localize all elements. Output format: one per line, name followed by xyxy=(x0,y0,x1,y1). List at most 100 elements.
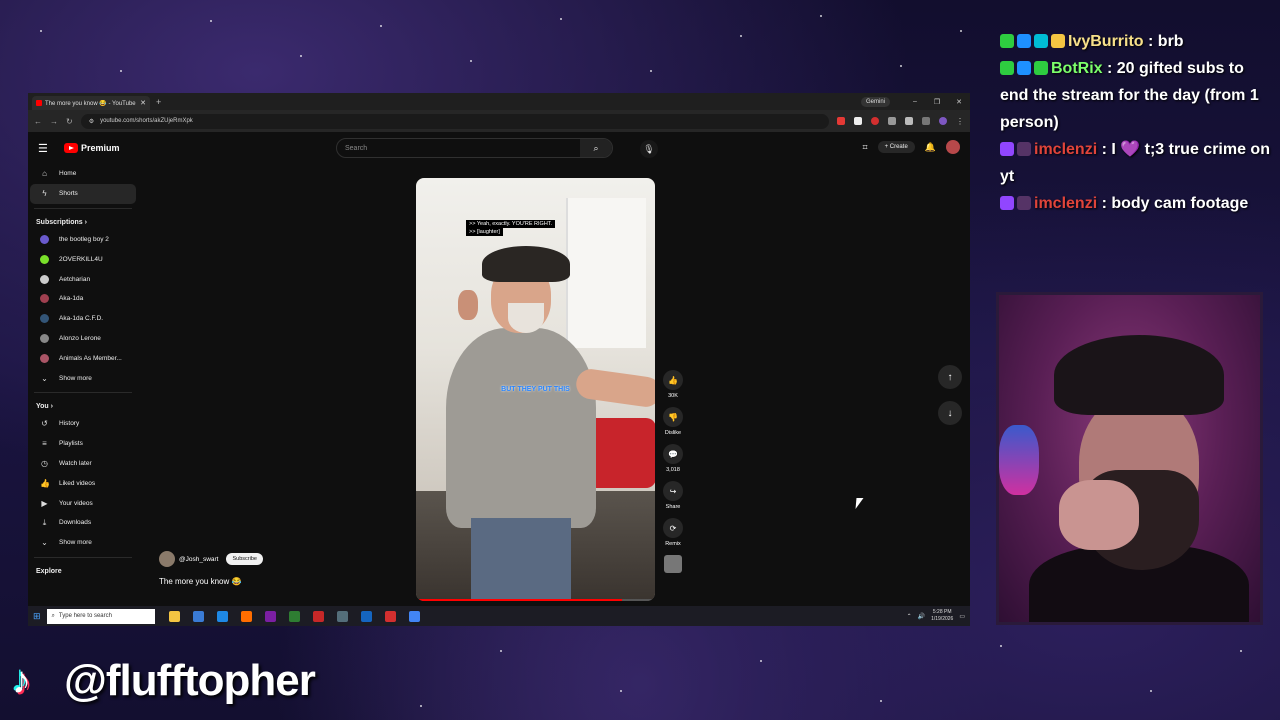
sidebar-item-subscription[interactable]: Aetcharian xyxy=(30,269,136,289)
account-avatar[interactable] xyxy=(946,140,960,154)
sidebar-item-subscription[interactable]: 2OVERKILL4U xyxy=(30,249,136,269)
closed-caption-line: >> [laughter] xyxy=(466,228,503,236)
windows-start-icon[interactable]: ⊞ xyxy=(33,611,41,622)
maximize-button[interactable]: ❐ xyxy=(926,98,948,106)
kebab-menu-icon[interactable]: ⋮ xyxy=(956,117,964,126)
action-label: Remix xyxy=(665,541,681,547)
chat-badge-icon xyxy=(1000,34,1014,48)
video-progress-bar[interactable] xyxy=(416,599,655,601)
downloads-icon: ⤓ xyxy=(42,517,47,527)
pinned-app-icon[interactable] xyxy=(192,610,204,622)
sound-thumbnail[interactable] xyxy=(664,555,682,573)
short-video-player[interactable]: >> Yeah, exactly. YOU'RE RIGHT. >> [laug… xyxy=(416,178,655,601)
liked-videos-icon: 👍 xyxy=(40,478,50,488)
sidebar-item-downloads[interactable]: ⤓ Downloads xyxy=(30,513,136,533)
reload-icon[interactable]: ↻ xyxy=(66,117,73,126)
gemini-button[interactable]: Gemini xyxy=(860,96,890,107)
man-jeans xyxy=(471,518,571,601)
pinned-app-icon[interactable] xyxy=(288,610,300,622)
divider xyxy=(34,207,132,209)
create-button[interactable]: + Create xyxy=(877,141,915,153)
microphone-icon[interactable]: 🎙 xyxy=(640,140,658,158)
subscribe-button[interactable]: Subscribe xyxy=(226,553,263,565)
sidebar-item-subscription[interactable]: the bootleg boy 2 xyxy=(30,230,136,250)
pinned-app-icon[interactable] xyxy=(168,610,180,622)
sidebar-item-subscription[interactable]: Aka-1da xyxy=(30,289,136,309)
search-bar[interactable]: Search ⌕ xyxy=(336,138,613,158)
extension-icon[interactable] xyxy=(871,117,879,125)
back-icon[interactable]: ← xyxy=(34,117,42,126)
next-short-arrow-down-icon[interactable]: ↓ xyxy=(938,401,962,425)
subscriptions-heading[interactable]: Subscriptions › xyxy=(28,213,138,230)
site-info-icon[interactable]: ⚙ xyxy=(89,118,94,125)
minimize-button[interactable]: – xyxy=(904,98,926,105)
sidebar-item-subscription[interactable]: Alonzo Lerone xyxy=(30,329,136,349)
sidebar-item-playlists[interactable]: ≡ Playlists xyxy=(30,434,136,454)
sidebar-item-history[interactable]: ↺ History xyxy=(30,414,136,434)
explore-heading[interactable]: Explore xyxy=(28,562,138,579)
extension-icon[interactable] xyxy=(854,117,862,125)
url-field[interactable]: ⚙ youtube.com/shorts/akZUjeRmXpk xyxy=(80,113,829,129)
extension-icon[interactable] xyxy=(888,117,896,125)
search-icon[interactable]: ⌕ xyxy=(580,139,612,157)
channel-info: @Josh_swart Subscribe xyxy=(159,551,263,567)
profile-icon[interactable] xyxy=(939,117,947,125)
extension-icon[interactable] xyxy=(905,117,913,125)
sidebar-item-liked-videos[interactable]: 👍 Liked videos xyxy=(30,473,136,493)
sidebar-item-home[interactable]: ⌂ Home xyxy=(30,164,136,184)
pinned-app-icon[interactable] xyxy=(384,610,396,622)
sidebar-item-subscription[interactable]: Animals As Member... xyxy=(30,348,136,368)
youtube-logo[interactable]: Premium xyxy=(64,143,120,153)
new-tab-button[interactable]: + xyxy=(156,97,161,107)
pinned-app-icon[interactable] xyxy=(336,610,348,622)
volume-icon[interactable]: 🔊 xyxy=(918,613,925,620)
taskbar-search[interactable]: ⌕ Type here to search xyxy=(46,608,155,624)
pinned-app-icon[interactable] xyxy=(216,610,228,622)
pinned-app-icon[interactable] xyxy=(312,610,324,622)
like-button[interactable]: 👍 30K xyxy=(663,370,683,399)
hamburger-menu-icon[interactable]: ☰ xyxy=(38,142,58,155)
show-more-you[interactable]: ⌄ Show more xyxy=(30,533,136,553)
system-clock[interactable]: 5:28 PM 1/19/2026 xyxy=(931,609,953,623)
pinned-app-icon[interactable] xyxy=(408,610,420,622)
channel-avatar xyxy=(40,353,49,363)
video-title[interactable]: The more you know 😂 xyxy=(159,577,241,586)
notifications-bell-icon[interactable]: 🔔 xyxy=(925,142,936,153)
chevron-down-icon: ⌄ xyxy=(41,538,48,548)
forward-icon[interactable]: → xyxy=(50,117,58,126)
browser-window: The more you know 😂 - YouTube ✕ + Gemini… xyxy=(28,93,970,626)
dislike-button[interactable]: 👎 Dislike xyxy=(663,407,683,436)
sidebar-item-shorts[interactable]: ϟ Shorts xyxy=(30,183,136,204)
tiktok-handle: @flufftopher xyxy=(64,656,316,705)
taskbar-search-input[interactable]: Type here to search xyxy=(59,613,112,619)
channel-name[interactable]: @Josh_swart xyxy=(179,556,218,563)
playlists-icon: ≡ xyxy=(42,439,47,449)
pinned-app-icon[interactable] xyxy=(360,610,372,622)
clock-date: 1/19/2026 xyxy=(931,616,954,622)
extension-icon[interactable] xyxy=(922,117,930,125)
sidebar-item-your-videos[interactable]: ▶ Your videos xyxy=(30,493,136,513)
share-button[interactable]: ↪ Share xyxy=(663,481,683,510)
close-window-button[interactable]: ✕ xyxy=(948,98,970,106)
notification-center-icon[interactable]: ▭ xyxy=(959,613,965,620)
closed-caption-line: >> Yeah, exactly. YOU'RE RIGHT. xyxy=(466,220,556,228)
pinned-app-icon[interactable] xyxy=(264,610,276,622)
search-input[interactable]: Search xyxy=(337,145,580,152)
close-tab-icon[interactable]: ✕ xyxy=(140,99,146,107)
channel-avatar[interactable] xyxy=(159,551,175,567)
sidebar-item-watch-later[interactable]: ◷ Watch later xyxy=(30,454,136,474)
chat-badge-icon xyxy=(1000,61,1014,75)
previous-short-arrow-up-icon[interactable]: ↑ xyxy=(938,365,962,389)
cast-icon[interactable]: ⌗ xyxy=(863,142,868,153)
channel-avatar xyxy=(40,314,49,324)
browser-tab[interactable]: The more you know 😂 - YouTube ✕ xyxy=(32,96,150,110)
sidebar-item-subscription[interactable]: Aka-1da C.F.D. xyxy=(30,309,136,329)
remix-button[interactable]: ⟳ Remix xyxy=(663,518,683,547)
you-heading[interactable]: You › xyxy=(28,397,138,414)
chat-badge-icon xyxy=(1017,196,1031,210)
tray-chevron-icon[interactable]: ⌃ xyxy=(907,613,912,620)
pinned-app-icon[interactable] xyxy=(240,610,252,622)
extension-icon[interactable] xyxy=(837,117,845,125)
show-more-subscriptions[interactable]: ⌄ Show more xyxy=(30,368,136,388)
comment-button[interactable]: 💬 3,018 xyxy=(663,444,683,473)
